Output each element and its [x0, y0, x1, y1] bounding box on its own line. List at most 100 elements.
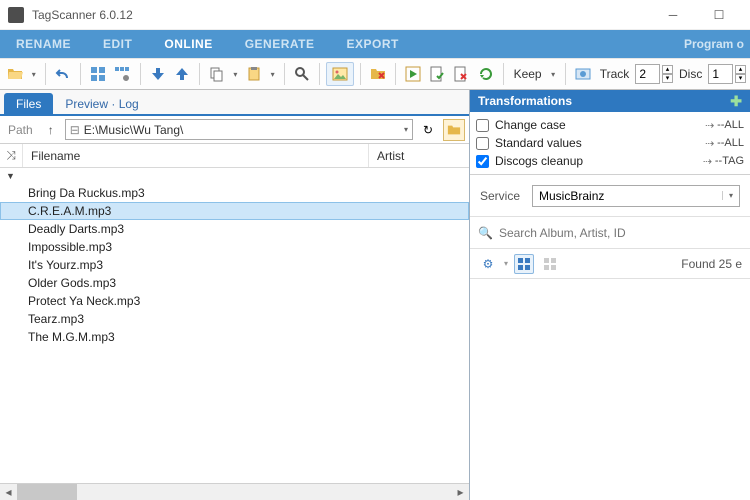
- file-row[interactable]: Older Gods.mp3: [0, 274, 469, 292]
- left-tab-row: Files Preview · Log: [0, 90, 469, 116]
- file-row[interactable]: Impossible.mp3: [0, 238, 469, 256]
- keep-dropdown[interactable]: ▾: [548, 70, 559, 79]
- menu-generate[interactable]: GENERATE: [229, 30, 331, 58]
- disc-up[interactable]: ▴: [735, 65, 746, 74]
- disc-spinner[interactable]: 1: [708, 64, 733, 84]
- file-row[interactable]: It's Yourz.mp3: [0, 256, 469, 274]
- add-transformation-icon[interactable]: ✚: [730, 93, 742, 110]
- window-title: TagScanner 6.0.12: [32, 8, 650, 22]
- grid-icon[interactable]: [87, 62, 109, 86]
- menu-right-cut: Program o: [684, 30, 750, 58]
- document-delete-icon[interactable]: [450, 62, 472, 86]
- path-value: E:\Music\Wu Tang\: [84, 123, 184, 137]
- tab-preview-log[interactable]: Preview · Log: [53, 93, 150, 114]
- path-row: Path ↑ ⊟ E:\Music\Wu Tang\ ▾ ↻: [0, 116, 469, 144]
- right-pane: Transformations ✚ Change case--ALLStanda…: [470, 90, 750, 500]
- scroll-right-icon[interactable]: ▸: [452, 484, 469, 500]
- tab-files[interactable]: Files: [4, 93, 53, 114]
- horizontal-scrollbar[interactable]: ◂ ▸: [0, 483, 469, 500]
- file-row[interactable]: Deadly Darts.mp3: [0, 220, 469, 238]
- search-magnify-icon: 🔍: [478, 226, 493, 240]
- search-icon[interactable]: [291, 62, 313, 86]
- picture-icon[interactable]: [326, 62, 354, 86]
- track-up[interactable]: ▴: [662, 65, 673, 74]
- transform-checkbox[interactable]: [476, 137, 489, 150]
- gear-icon[interactable]: ⚙: [478, 254, 498, 274]
- disc-down[interactable]: ▾: [735, 74, 746, 83]
- minimize-button[interactable]: ─: [650, 0, 696, 30]
- file-row[interactable]: Tearz.mp3: [0, 310, 469, 328]
- undo-icon[interactable]: [52, 62, 74, 86]
- open-folder-dropdown[interactable]: ▾: [28, 70, 39, 79]
- transform-target[interactable]: --ALL: [705, 119, 744, 131]
- transform-label: Change case: [495, 118, 699, 132]
- search-row: 🔍: [470, 217, 750, 249]
- transform-label: Discogs cleanup: [495, 154, 697, 168]
- open-folder-icon[interactable]: [4, 62, 26, 86]
- remove-folder-icon[interactable]: [367, 62, 389, 86]
- transform-row: Discogs cleanup --TAG: [476, 152, 744, 170]
- menu-rename[interactable]: RENAME: [0, 30, 87, 58]
- transform-row: Standard values --ALL: [476, 134, 744, 152]
- grid-settings-icon[interactable]: [111, 62, 133, 86]
- shuffle-icon[interactable]: ⤨: [0, 148, 22, 163]
- file-list[interactable]: ▼ Bring Da Ruckus.mp3C.R.E.A.M.mp3Deadly…: [0, 168, 469, 483]
- found-count: Found 25 e: [681, 257, 742, 271]
- file-row[interactable]: Protect Ya Neck.mp3: [0, 292, 469, 310]
- arrow-down-icon[interactable]: [146, 62, 168, 86]
- column-artist[interactable]: Artist: [369, 149, 469, 163]
- copy-icon[interactable]: [206, 62, 228, 86]
- title-bar: TagScanner 6.0.12 ─ ☐: [0, 0, 750, 30]
- track-down[interactable]: ▾: [662, 74, 673, 83]
- service-row: Service MusicBrainz ▾: [470, 175, 750, 217]
- path-up-icon[interactable]: ↑: [41, 120, 61, 140]
- app-icon: [8, 7, 24, 23]
- transform-row: Change case --ALL: [476, 116, 744, 134]
- result-toolbar: ⚙ ▾ Found 25 e: [470, 249, 750, 279]
- menu-online[interactable]: ONLINE: [148, 30, 228, 58]
- transform-checkbox[interactable]: [476, 119, 489, 132]
- path-input[interactable]: ⊟ E:\Music\Wu Tang\ ▾: [65, 119, 413, 140]
- track-label: Track: [596, 67, 634, 81]
- copy-dropdown[interactable]: ▾: [230, 70, 241, 79]
- menu-edit[interactable]: EDIT: [87, 30, 148, 58]
- paste-icon[interactable]: [243, 62, 265, 86]
- refresh-icon[interactable]: [474, 62, 496, 86]
- service-label: Service: [480, 189, 520, 203]
- left-pane: Files Preview · Log Path ↑ ⊟ E:\Music\Wu…: [0, 90, 470, 500]
- results-area[interactable]: [470, 279, 750, 500]
- column-filename[interactable]: Filename: [23, 149, 368, 163]
- scroll-thumb[interactable]: [17, 484, 77, 500]
- file-row[interactable]: C.R.E.A.M.mp3: [0, 202, 469, 220]
- disc-label: Disc: [675, 67, 706, 81]
- path-label: Path: [4, 123, 37, 137]
- maximize-button[interactable]: ☐: [696, 0, 742, 30]
- run-icon[interactable]: [402, 62, 424, 86]
- track-spinner[interactable]: 2: [635, 64, 660, 84]
- view-grid-small-icon[interactable]: [540, 254, 560, 274]
- keep-label: Keep: [510, 67, 546, 81]
- menu-bar: RENAMEEDITONLINEGENERATEEXPORT Program o: [0, 30, 750, 58]
- file-list-header: ⤨ Filename Artist: [0, 144, 469, 168]
- transform-checkbox[interactable]: [476, 155, 489, 168]
- path-refresh-icon[interactable]: ↻: [417, 119, 439, 141]
- path-folder-highlight-icon[interactable]: [443, 119, 465, 141]
- file-row[interactable]: Bring Da Ruckus.mp3: [0, 184, 469, 202]
- transform-label: Standard values: [495, 136, 699, 150]
- service-value: MusicBrainz: [539, 189, 604, 203]
- album-icon[interactable]: [572, 62, 594, 86]
- search-input[interactable]: [499, 226, 742, 240]
- transformations-list: Change case --ALL Standard values --ALL Disc…: [470, 112, 750, 175]
- service-select[interactable]: MusicBrainz ▾: [532, 185, 740, 207]
- transform-target[interactable]: --TAG: [703, 155, 744, 167]
- menu-export[interactable]: EXPORT: [331, 30, 415, 58]
- document-check-icon[interactable]: [426, 62, 448, 86]
- transform-target[interactable]: --ALL: [705, 137, 744, 149]
- scroll-left-icon[interactable]: ◂: [0, 484, 17, 500]
- sort-indicator[interactable]: ▼: [0, 168, 469, 184]
- arrow-up-icon[interactable]: [171, 62, 193, 86]
- view-grid-large-icon[interactable]: [514, 254, 534, 274]
- transformations-header: Transformations ✚: [470, 90, 750, 112]
- file-row[interactable]: The M.G.M.mp3: [0, 328, 469, 346]
- paste-dropdown[interactable]: ▾: [267, 70, 278, 79]
